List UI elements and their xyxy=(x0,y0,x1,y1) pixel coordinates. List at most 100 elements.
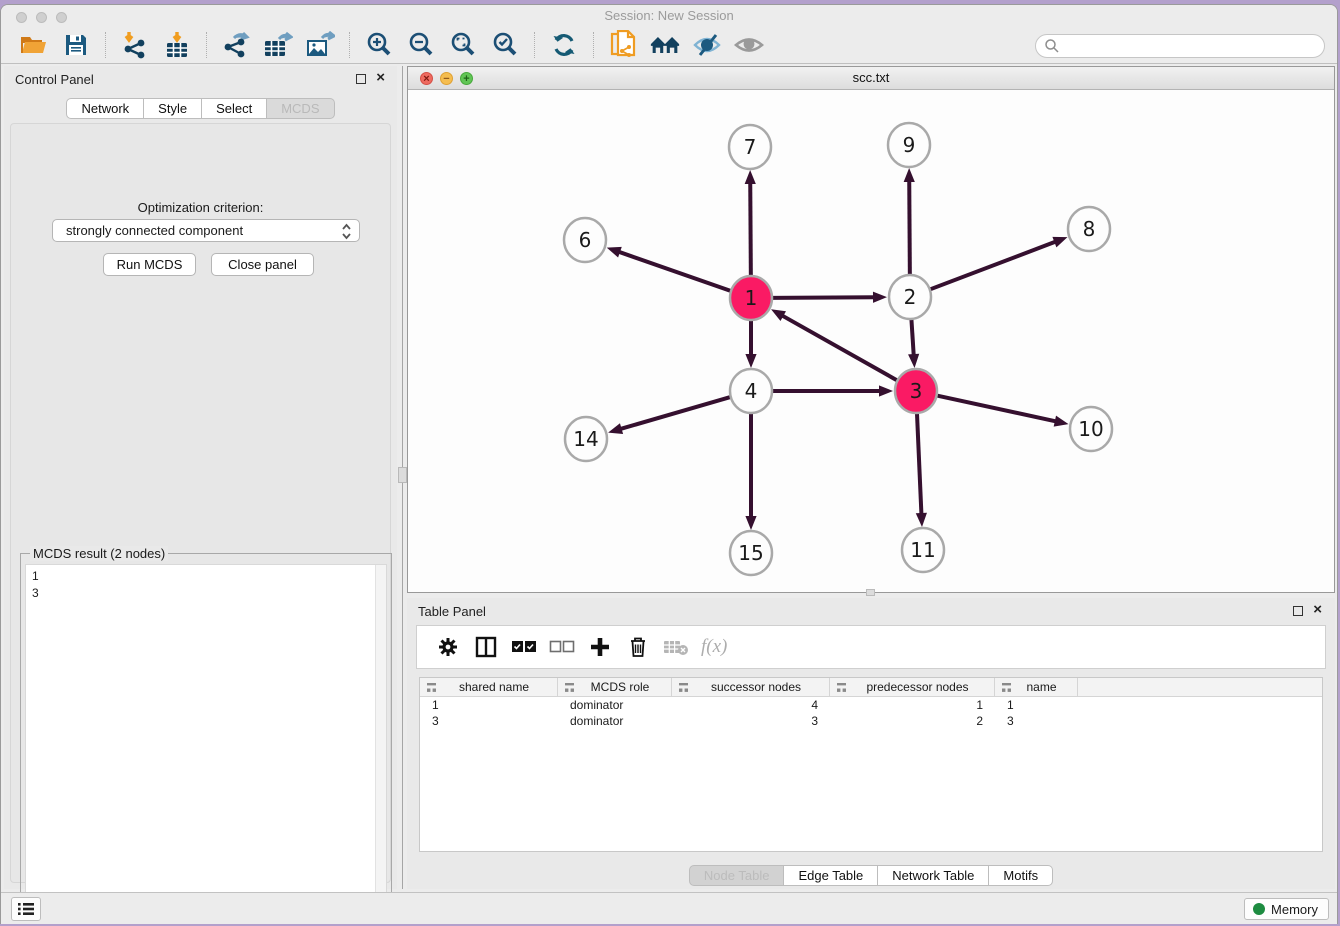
column-header-shared-name[interactable]: shared name xyxy=(420,678,558,696)
table-cell[interactable]: 4 xyxy=(672,697,830,713)
graph-node-label: 3 xyxy=(910,379,923,403)
control-panel-header: Control Panel × xyxy=(4,66,397,92)
graph-edge-2-9[interactable] xyxy=(909,180,910,275)
graph-edge-1-2[interactable] xyxy=(773,297,875,298)
network-graph[interactable]: 7968124314101511 xyxy=(408,90,1334,592)
float-table-panel-icon[interactable] xyxy=(1293,606,1303,616)
tab-motifs[interactable]: Motifs xyxy=(989,865,1053,886)
edge-arrowhead xyxy=(1052,237,1067,247)
minimize-network-button[interactable]: − xyxy=(440,72,453,85)
node-table: shared name MCDS rolesuccessor nodesprede… xyxy=(419,677,1323,852)
minimize-window-button[interactable] xyxy=(36,12,47,23)
select-all-columns-icon[interactable] xyxy=(509,632,539,662)
close-panel-icon[interactable]: × xyxy=(376,69,385,87)
maximize-window-button[interactable] xyxy=(56,12,67,23)
duplicate-network-icon[interactable] xyxy=(608,30,638,60)
table-cell[interactable]: 3 xyxy=(420,713,558,729)
tab-network[interactable]: Network xyxy=(66,98,144,119)
edge-arrowhead xyxy=(908,354,919,368)
mcds-result-group: MCDS result (2 nodes) 1 3 xyxy=(20,553,392,924)
graph-node-label: 9 xyxy=(903,133,916,157)
deselect-all-columns-icon[interactable] xyxy=(547,632,577,662)
table-cell[interactable]: 1 xyxy=(830,697,995,713)
table-cell[interactable]: 1 xyxy=(420,697,558,713)
edge-arrowhead xyxy=(771,309,786,321)
dropdown-stepper-icon xyxy=(341,223,352,243)
close-panel-button[interactable]: Close panel xyxy=(211,253,314,276)
result-scrollbar[interactable] xyxy=(375,565,386,924)
task-history-button[interactable] xyxy=(11,897,41,921)
network-bottom-grip[interactable] xyxy=(866,589,875,596)
table-cell[interactable]: 2 xyxy=(830,713,995,729)
table-panel: Table Panel × xyxy=(407,598,1335,889)
delete-column-trash-icon[interactable] xyxy=(623,632,653,662)
edge-arrowhead xyxy=(873,292,887,303)
close-table-panel-icon[interactable]: × xyxy=(1313,601,1322,619)
float-panel-icon[interactable] xyxy=(356,74,366,84)
tab-node-table[interactable]: Node Table xyxy=(689,865,785,886)
network-view-window: × − + scc.txt 7968124314101511 xyxy=(407,66,1335,593)
export-table-icon[interactable] xyxy=(263,30,293,60)
graph-edge-2-8[interactable] xyxy=(931,241,1057,289)
show-details-eye-icon[interactable] xyxy=(734,30,764,60)
refresh-icon[interactable] xyxy=(549,30,579,60)
splitter-grip[interactable] xyxy=(398,467,407,483)
column-header-predecessor-nodes[interactable]: predecessor nodes xyxy=(830,678,995,696)
import-table-icon[interactable] xyxy=(162,30,192,60)
memory-button[interactable]: Memory xyxy=(1244,898,1329,920)
table-cell[interactable]: 3 xyxy=(995,713,1078,729)
close-window-button[interactable] xyxy=(16,12,27,23)
graph-edge-3-11[interactable] xyxy=(917,413,921,515)
table-row[interactable]: 3dominator323 xyxy=(420,713,1322,729)
column-label: MCDS role xyxy=(579,680,671,694)
export-image-icon[interactable] xyxy=(305,30,335,60)
save-session-icon[interactable] xyxy=(61,30,91,60)
graph-edge-1-6[interactable] xyxy=(618,252,730,291)
toolbar-separator xyxy=(593,32,594,58)
zoom-out-icon[interactable] xyxy=(406,30,436,60)
graph-node-label: 7 xyxy=(744,135,757,159)
home-icon[interactable] xyxy=(650,30,680,60)
table-row[interactable]: 1dominator411 xyxy=(420,697,1322,713)
column-header-name[interactable]: name xyxy=(995,678,1078,696)
search-icon xyxy=(1044,38,1060,54)
tab-edge-table[interactable]: Edge Table xyxy=(784,865,878,886)
zoom-network-button[interactable]: + xyxy=(460,72,473,85)
search-input[interactable] xyxy=(1060,36,1324,56)
criterion-dropdown[interactable]: strongly connected component xyxy=(52,219,360,242)
network-canvas[interactable]: 7968124314101511 xyxy=(408,90,1334,592)
table-cell[interactable]: dominator xyxy=(558,713,672,729)
tab-select[interactable]: Select xyxy=(202,98,267,119)
toolbar-separator xyxy=(349,32,350,58)
mcds-result-area[interactable]: 1 3 xyxy=(25,564,387,924)
zoom-in-icon[interactable] xyxy=(364,30,394,60)
import-network-icon[interactable] xyxy=(120,30,150,60)
zoom-selected-icon[interactable] xyxy=(490,30,520,60)
graph-edge-3-10[interactable] xyxy=(937,396,1056,422)
graph-edge-4-14[interactable] xyxy=(620,397,730,429)
tab-style[interactable]: Style xyxy=(144,98,202,119)
split-columns-icon[interactable] xyxy=(471,632,501,662)
close-network-button[interactable]: × xyxy=(420,72,433,85)
column-header-successor-nodes[interactable]: successor nodes xyxy=(672,678,830,696)
hide-details-eye-icon[interactable] xyxy=(692,30,722,60)
graph-edge-2-3[interactable] xyxy=(911,319,913,356)
table-cell[interactable]: dominator xyxy=(558,697,672,713)
open-session-icon[interactable] xyxy=(19,30,49,60)
graph-node-label: 10 xyxy=(1078,417,1103,441)
tab-mcds[interactable]: MCDS xyxy=(267,98,334,119)
toolbar-separator xyxy=(105,32,106,58)
export-network-icon[interactable] xyxy=(221,30,251,60)
table-settings-gear-icon[interactable] xyxy=(433,632,463,662)
memory-status-icon xyxy=(1253,903,1265,915)
tab-network-table[interactable]: Network Table xyxy=(878,865,989,886)
zoom-fit-icon[interactable] xyxy=(448,30,478,60)
graph-edge-3-1[interactable] xyxy=(781,315,896,380)
column-header-MCDS-role[interactable]: MCDS role xyxy=(558,678,672,696)
table-cell[interactable]: 1 xyxy=(995,697,1078,713)
delete-table-icon xyxy=(661,632,691,662)
graph-edge-1-7[interactable] xyxy=(750,182,751,276)
add-column-icon[interactable] xyxy=(585,632,615,662)
table-cell[interactable]: 3 xyxy=(672,713,830,729)
run-mcds-button[interactable]: Run MCDS xyxy=(103,253,196,276)
